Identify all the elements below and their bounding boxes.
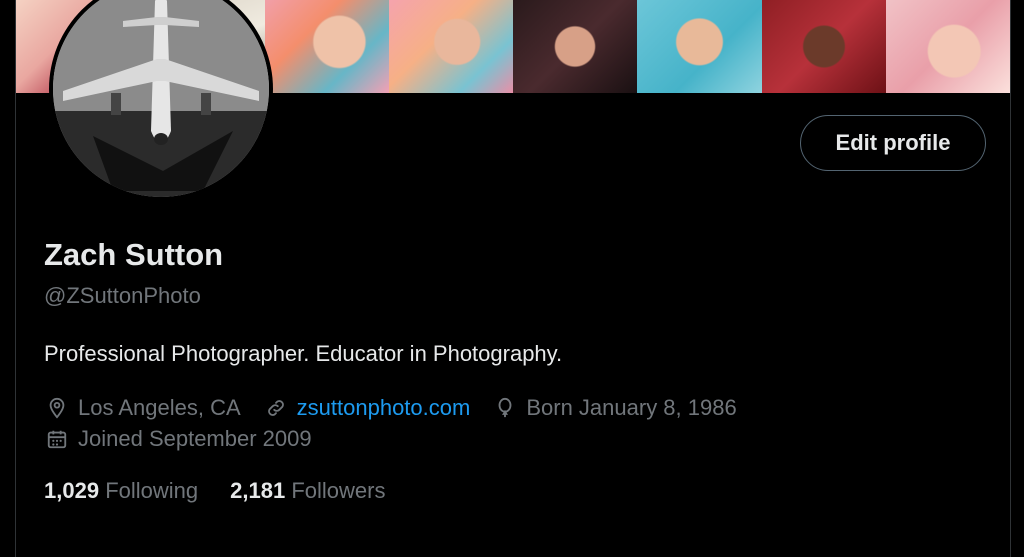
profile-website[interactable]: zsuttonphoto.com [263, 395, 471, 421]
profile-joined: Joined September 2009 [44, 426, 312, 452]
website-link[interactable]: zsuttonphoto.com [297, 395, 471, 421]
profile-meta-row: Los Angeles, CA zsuttonphoto.com Born Ja… [44, 395, 759, 421]
profile-location: Los Angeles, CA [44, 395, 241, 421]
airplane-image [53, 0, 269, 197]
balloon-icon [492, 395, 518, 421]
followers-label: Followers [291, 478, 386, 503]
joined-text: Joined September 2009 [78, 426, 312, 451]
banner-photo [388, 0, 513, 93]
following-count: 1,029 [44, 478, 100, 503]
followers-count: 2,181 [230, 478, 286, 503]
birthday-text: Born January 8, 1986 [526, 395, 737, 420]
following-label: Following [105, 478, 199, 503]
edit-profile-button[interactable]: Edit profile [800, 115, 986, 171]
profile-name: Zach Sutton [44, 237, 224, 272]
calendar-icon [44, 426, 70, 452]
profile-panel: Edit profile Zach Sutton @ZSuttonPhoto P… [15, 0, 1011, 557]
location-text: Los Angeles, CA [78, 395, 241, 420]
banner-photo [264, 0, 389, 93]
link-icon [263, 395, 289, 421]
following-link[interactable]: 1,029 Following [44, 478, 198, 504]
profile-handle: @ZSuttonPhoto [44, 283, 201, 308]
avatar-image [53, 0, 269, 197]
banner-photo [637, 0, 762, 93]
banner-photo [513, 0, 638, 93]
profile-joined-row: Joined September 2009 [44, 426, 334, 452]
banner-photo [761, 0, 886, 93]
follow-counts: 1,029 Following 2,181 Followers [44, 478, 417, 504]
profile-avatar[interactable] [49, 0, 273, 201]
profile-birthday: Born January 8, 1986 [492, 395, 737, 421]
left-gutter [0, 0, 15, 557]
banner-photo [885, 0, 1010, 93]
profile-bio: Professional Photographer. Educator in P… [44, 341, 563, 366]
followers-link[interactable]: 2,181 Followers [230, 478, 385, 504]
location-pin-icon [44, 395, 70, 421]
